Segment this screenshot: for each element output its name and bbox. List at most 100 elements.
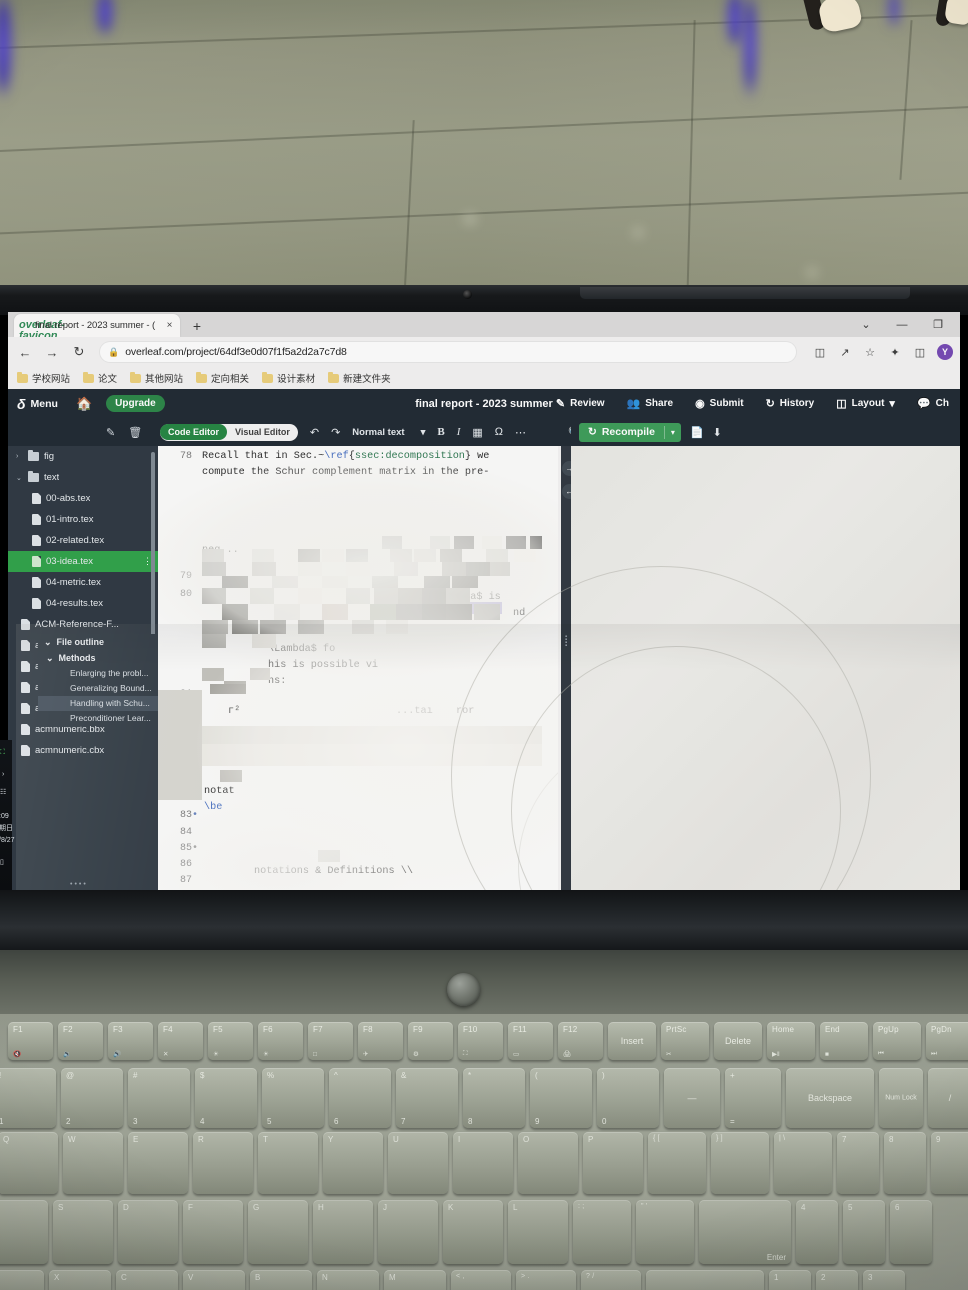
key-n[interactable]: N <box>317 1270 379 1290</box>
url-input[interactable]: 🔒 overleaf.com/project/64df3e0d07f1f5a2d… <box>99 341 797 363</box>
key-numpad-8[interactable]: 8 <box>884 1132 926 1194</box>
key-w[interactable]: W <box>63 1132 123 1194</box>
key-s[interactable]: S <box>53 1200 113 1264</box>
outline-item-active[interactable]: Handling with Schu... <box>38 696 160 711</box>
key-a[interactable]: A <box>0 1200 48 1264</box>
key-z[interactable]: Z <box>0 1270 44 1290</box>
home-icon[interactable]: 🏠 <box>76 396 92 412</box>
key-i[interactable]: I <box>453 1132 513 1194</box>
profile-avatar[interactable]: Y <box>937 344 953 360</box>
key-slash[interactable]: ? / <box>581 1270 641 1290</box>
pencil-icon[interactable]: ✎ <box>106 426 115 439</box>
tab-visual-editor[interactable]: Visual Editor <box>227 424 298 440</box>
key-5[interactable]: % 5 <box>262 1068 324 1128</box>
key-t[interactable]: T <box>258 1132 318 1194</box>
redo-icon[interactable]: ↷ <box>331 426 340 439</box>
outline-item[interactable]: Enlarging the probl... <box>38 666 160 681</box>
key-numpad-2[interactable]: 2 <box>816 1270 858 1290</box>
key-g[interactable]: G <box>248 1200 308 1264</box>
key-c[interactable]: C <box>116 1270 178 1290</box>
key-f3[interactable]: F3 🔊 <box>108 1022 153 1060</box>
file-tree-row-acmnumeric-cbx[interactable]: acmnumeric.cbx <box>8 740 158 761</box>
key-1[interactable]: !1 <box>0 1068 56 1128</box>
key-numpad-4[interactable]: 4 <box>796 1200 838 1264</box>
bookmark-item[interactable]: 新建文件夹 <box>328 371 391 385</box>
key-f4[interactable]: F4 ✕ <box>158 1022 203 1060</box>
file-tree-row-01-intro[interactable]: 01-intro.tex <box>8 509 158 530</box>
file-tree-row-acm-reference[interactable]: ACM-Reference-F... <box>8 614 158 635</box>
key-numpad-9[interactable]: 9 <box>931 1132 968 1194</box>
key-0[interactable]: ) 0 <box>597 1068 659 1128</box>
key-numpad-1[interactable]: 1 <box>769 1270 811 1290</box>
key-4[interactable]: $4 <box>195 1068 257 1128</box>
tab-actions-menu-icon[interactable]: ⌄ <box>848 314 884 335</box>
italic-button[interactable]: I <box>457 426 461 438</box>
submit-button[interactable]: ◉ Submit <box>684 389 755 418</box>
key-f8[interactable]: F8 ✈ <box>358 1022 403 1060</box>
menu-button[interactable]: Menu <box>31 398 58 410</box>
text-style-select[interactable]: Normal text ▾ <box>352 427 425 438</box>
review-button[interactable]: ✎ Review <box>545 389 616 418</box>
key-backspace[interactable]: Backspace <box>786 1068 874 1128</box>
key-f7[interactable]: F7 □ <box>308 1022 353 1060</box>
key-numpad-7[interactable]: 7 <box>837 1132 879 1194</box>
key-numpad-3[interactable]: 3 <box>863 1270 905 1290</box>
panel-resize-handle[interactable]: •••• <box>70 881 88 888</box>
key-minus[interactable]: — <box>664 1068 720 1128</box>
code-line-nu[interactable]: nu <box>202 559 558 574</box>
key-d[interactable]: D <box>118 1200 178 1264</box>
key-3[interactable]: #3 <box>128 1068 190 1128</box>
download-icon[interactable]: ⬇ <box>713 426 722 439</box>
file-tree-row-04-metric[interactable]: 04-metric.tex <box>8 572 158 593</box>
code-line-neg[interactable]: neg... <box>202 543 558 558</box>
key-o[interactable]: O <box>518 1132 578 1194</box>
history-button[interactable]: ↻ History <box>755 389 826 418</box>
key-f10[interactable]: F10 ⛶ <box>458 1022 503 1060</box>
key-insert[interactable]: Insert <box>608 1022 656 1060</box>
key-v[interactable]: V <box>183 1270 245 1290</box>
key-pgdn[interactable]: PgDn ⏭ <box>926 1022 968 1060</box>
undo-icon[interactable]: ↶ <box>310 426 319 439</box>
browser-tab[interactable]: overleaf-favicon final report - 2023 sum… <box>14 314 180 342</box>
file-tree-row-text[interactable]: ⌄ text <box>8 467 158 488</box>
table-icon[interactable]: ▦ <box>472 426 482 439</box>
ime-icon[interactable]: ☷ <box>0 788 22 797</box>
key-l[interactable]: L <box>508 1200 568 1264</box>
code-line-78-wrap[interactable]: compute the Schur complement matrix in t… <box>202 465 558 480</box>
key-y[interactable]: Y <box>323 1132 383 1194</box>
key-pgup[interactable]: PgUp ⏮ <box>873 1022 921 1060</box>
favorite-star-icon[interactable]: ☆ <box>862 344 878 360</box>
chevron-right-icon[interactable]: › <box>2 770 24 779</box>
key-8[interactable]: * 8 <box>463 1068 525 1128</box>
key-delete[interactable]: Delete <box>714 1022 762 1060</box>
key-semicolon[interactable]: : ; <box>573 1200 631 1264</box>
more-options-icon[interactable]: ⋯ <box>515 426 526 439</box>
collections-icon[interactable]: ◫ <box>912 344 928 360</box>
key-prtsc[interactable]: PrtSc ✂ <box>661 1022 709 1060</box>
key-f2[interactable]: F2 🔉 <box>58 1022 103 1060</box>
symbol-button[interactable]: Ω <box>495 426 503 438</box>
key-numpad-5[interactable]: 5 <box>843 1200 885 1264</box>
reload-icon[interactable]: ↻ <box>70 343 88 361</box>
code-line-78[interactable]: Recall that in Sec.~\ref{ssec:decomposit… <box>202 449 558 464</box>
key-7[interactable]: & 7 <box>396 1068 458 1128</box>
power-button[interactable] <box>447 973 480 1006</box>
trash-icon[interactable]: 🗑 <box>128 426 142 439</box>
key-enter[interactable]: Enter <box>699 1200 791 1264</box>
chevron-down-icon[interactable]: ▾ <box>665 428 681 437</box>
close-icon[interactable]: × <box>164 320 175 331</box>
key-quote[interactable]: " ' <box>636 1200 694 1264</box>
key-9[interactable]: (9 <box>530 1068 592 1128</box>
desktop-icon[interactable]: ▯ <box>0 858 22 867</box>
outline-item[interactable]: Preconditioner Lear... <box>38 711 160 726</box>
key-b[interactable]: B <box>250 1270 312 1290</box>
battery-icon[interactable]: ⛶ <box>0 748 22 757</box>
key-f11[interactable]: F11 ▭ <box>508 1022 553 1060</box>
back-icon[interactable]: ← <box>16 343 34 361</box>
key-x[interactable]: X <box>49 1270 111 1290</box>
share-icon[interactable]: ↗ <box>837 344 853 360</box>
chevron-down-icon[interactable]: ⌄ <box>16 474 23 482</box>
key-f6[interactable]: F6 ☀ <box>258 1022 303 1060</box>
bookmark-item[interactable]: 论文 <box>83 371 117 385</box>
maximize-icon[interactable]: ❐ <box>920 314 956 335</box>
